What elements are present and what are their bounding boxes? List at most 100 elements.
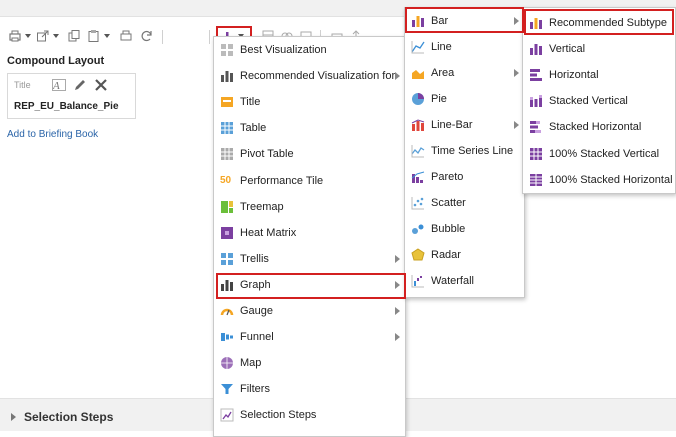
menu1-item-funnel[interactable]: Funnel — [214, 324, 405, 350]
trellis-icon — [220, 252, 234, 266]
edit-view-icon[interactable] — [73, 78, 87, 92]
menu2-item-area[interactable]: Area — [405, 60, 524, 86]
menu2-item-label: Area — [431, 67, 455, 79]
menu3-item-100-stacked-horizontal[interactable]: 100% Stacked Horizontal — [523, 167, 675, 193]
recommended-visualization-icon — [220, 69, 234, 83]
print-button[interactable] — [8, 26, 31, 46]
stacked-horizontal-icon — [529, 120, 543, 134]
menu1-item-trellis[interactable]: Trellis — [214, 246, 405, 272]
menu2-item-label: Pie — [431, 93, 447, 105]
menu1-item-gauge[interactable]: Gauge — [214, 298, 405, 324]
map-icon — [220, 356, 234, 370]
line-bar-icon — [411, 118, 425, 132]
menu1-item-label: Heat Matrix — [240, 226, 297, 239]
menu3-item-100-stacked-vertical[interactable]: 100% Stacked Vertical — [523, 141, 675, 167]
menu3-item-stacked-horizontal[interactable]: Stacked Horizontal — [523, 114, 675, 140]
menu3-item-stacked-vertical[interactable]: Stacked Vertical — [523, 88, 675, 114]
menu2-item-pie[interactable]: Pie — [405, 86, 524, 112]
submenu-arrow-icon — [514, 121, 519, 129]
menu1-item-performance-tile[interactable]: 50 Performance Tile — [214, 168, 405, 194]
menu2-item-waterfall[interactable]: Waterfall — [405, 268, 524, 294]
submenu-arrow-icon — [395, 333, 400, 342]
area-chart-icon — [411, 66, 425, 80]
menu1-item-selection-steps[interactable]: Selection Steps — [214, 402, 405, 428]
time-series-icon — [411, 144, 425, 158]
menu1-item-treemap[interactable]: Treemap — [214, 194, 405, 220]
menu1-item-heat-matrix[interactable]: Heat Matrix — [214, 220, 405, 246]
menu2-item-pareto[interactable]: Pareto — [405, 164, 524, 190]
menu3-item-label: Stacked Vertical — [549, 95, 628, 108]
menu1-item-label: Funnel — [240, 331, 274, 344]
menu1-item-label: Title — [240, 96, 261, 109]
menu1-item-label: Gauge — [240, 305, 274, 317]
print-icon — [9, 30, 21, 42]
100-stacked-horizontal-icon — [529, 173, 543, 187]
menu2-item-radar[interactable]: Radar — [405, 242, 524, 268]
vertical-bar-icon — [529, 42, 543, 56]
menu2-item-label: Scatter — [431, 197, 466, 209]
menu1-item-label: Selection Steps — [240, 409, 317, 422]
pie-chart-icon — [411, 92, 425, 106]
print-preview-icon — [120, 30, 132, 41]
menu2-item-label: Line-Bar — [431, 119, 473, 131]
refresh-icon — [141, 31, 152, 42]
scatter-icon — [411, 196, 425, 210]
menu1-item-recommended-visualization-for[interactable]: Recommended Visualization for — [214, 63, 405, 89]
pareto-icon — [411, 170, 425, 184]
menu1-item-map[interactable]: Map — [214, 350, 405, 376]
submenu-arrow-icon — [395, 307, 400, 315]
gauge-icon — [220, 304, 234, 318]
bar-submenu: Recommended Subtype Vertical Horizontal Sta… — [522, 7, 676, 194]
submenu-arrow-icon — [395, 254, 400, 263]
bar-item-highlight — [405, 7, 524, 33]
refresh-button[interactable] — [140, 26, 154, 46]
menu1-item-title[interactable]: Title — [214, 89, 405, 115]
expand-triangle-icon[interactable] — [11, 413, 16, 421]
recommended-subtype-highlight — [524, 9, 674, 35]
paste-button[interactable] — [87, 26, 110, 46]
export-icon — [37, 30, 49, 42]
performance-tile-icon: 50 — [220, 174, 232, 186]
menu1-item-label: Performance Tile — [240, 174, 324, 187]
menu3-item-vertical[interactable]: Vertical — [523, 36, 675, 62]
menu1-item-pivot-table[interactable]: Pivot Table — [214, 141, 405, 167]
menu2-item-label: Line — [431, 41, 452, 53]
remove-view-icon[interactable] — [94, 78, 108, 92]
graph-submenu: Bar Line Area Pie Line-Bar Time Series Line Pa… — [404, 7, 525, 298]
menu1-item-best-visualization[interactable]: Best Visualization — [214, 37, 405, 63]
title-icon — [220, 95, 234, 109]
menu2-item-bubble[interactable]: Bubble — [405, 216, 524, 242]
funnel-icon — [220, 330, 234, 344]
copy-button[interactable] — [67, 26, 81, 46]
menu2-item-line-bar[interactable]: Line-Bar — [405, 112, 524, 138]
menu2-item-scatter[interactable]: Scatter — [405, 190, 524, 216]
menu1-item-table[interactable]: Table — [214, 115, 405, 141]
view-caption: Title — [14, 80, 31, 90]
export-button[interactable] — [36, 26, 59, 46]
menu1-item-filters[interactable]: Filters — [214, 376, 405, 402]
horizontal-bar-icon — [529, 68, 543, 82]
submenu-arrow-icon — [514, 69, 519, 77]
menu3-item-horizontal[interactable]: Horizontal — [523, 62, 675, 88]
menu2-item-time-series-line[interactable]: Time Series Line — [405, 138, 524, 164]
section-label: Selection Steps — [24, 410, 114, 424]
radar-icon — [411, 248, 425, 262]
treemap-icon — [220, 200, 234, 214]
menu2-item-line[interactable]: Line — [405, 34, 524, 60]
add-to-briefing-book-link[interactable]: Add to Briefing Book — [7, 129, 98, 140]
menu3-item-label: Stacked Horizontal — [549, 121, 642, 134]
copy-icon — [68, 30, 80, 42]
menu1-item-label: Recommended Visualization for — [240, 70, 396, 83]
waterfall-icon — [411, 274, 425, 288]
format-view-icon[interactable]: A — [52, 78, 66, 92]
view-icons: A — [52, 78, 108, 92]
print-preview-button[interactable] — [119, 26, 133, 46]
menu3-item-label: Vertical — [549, 43, 586, 56]
menu2-item-label: Pareto — [431, 171, 464, 183]
line-chart-icon — [411, 40, 425, 54]
menu2-item-label: Time Series Line — [431, 145, 514, 157]
stacked-vertical-icon — [529, 94, 543, 108]
compound-layout-title: Compound Layout — [7, 55, 105, 67]
paste-icon — [88, 30, 99, 42]
bubble-icon — [411, 222, 425, 236]
